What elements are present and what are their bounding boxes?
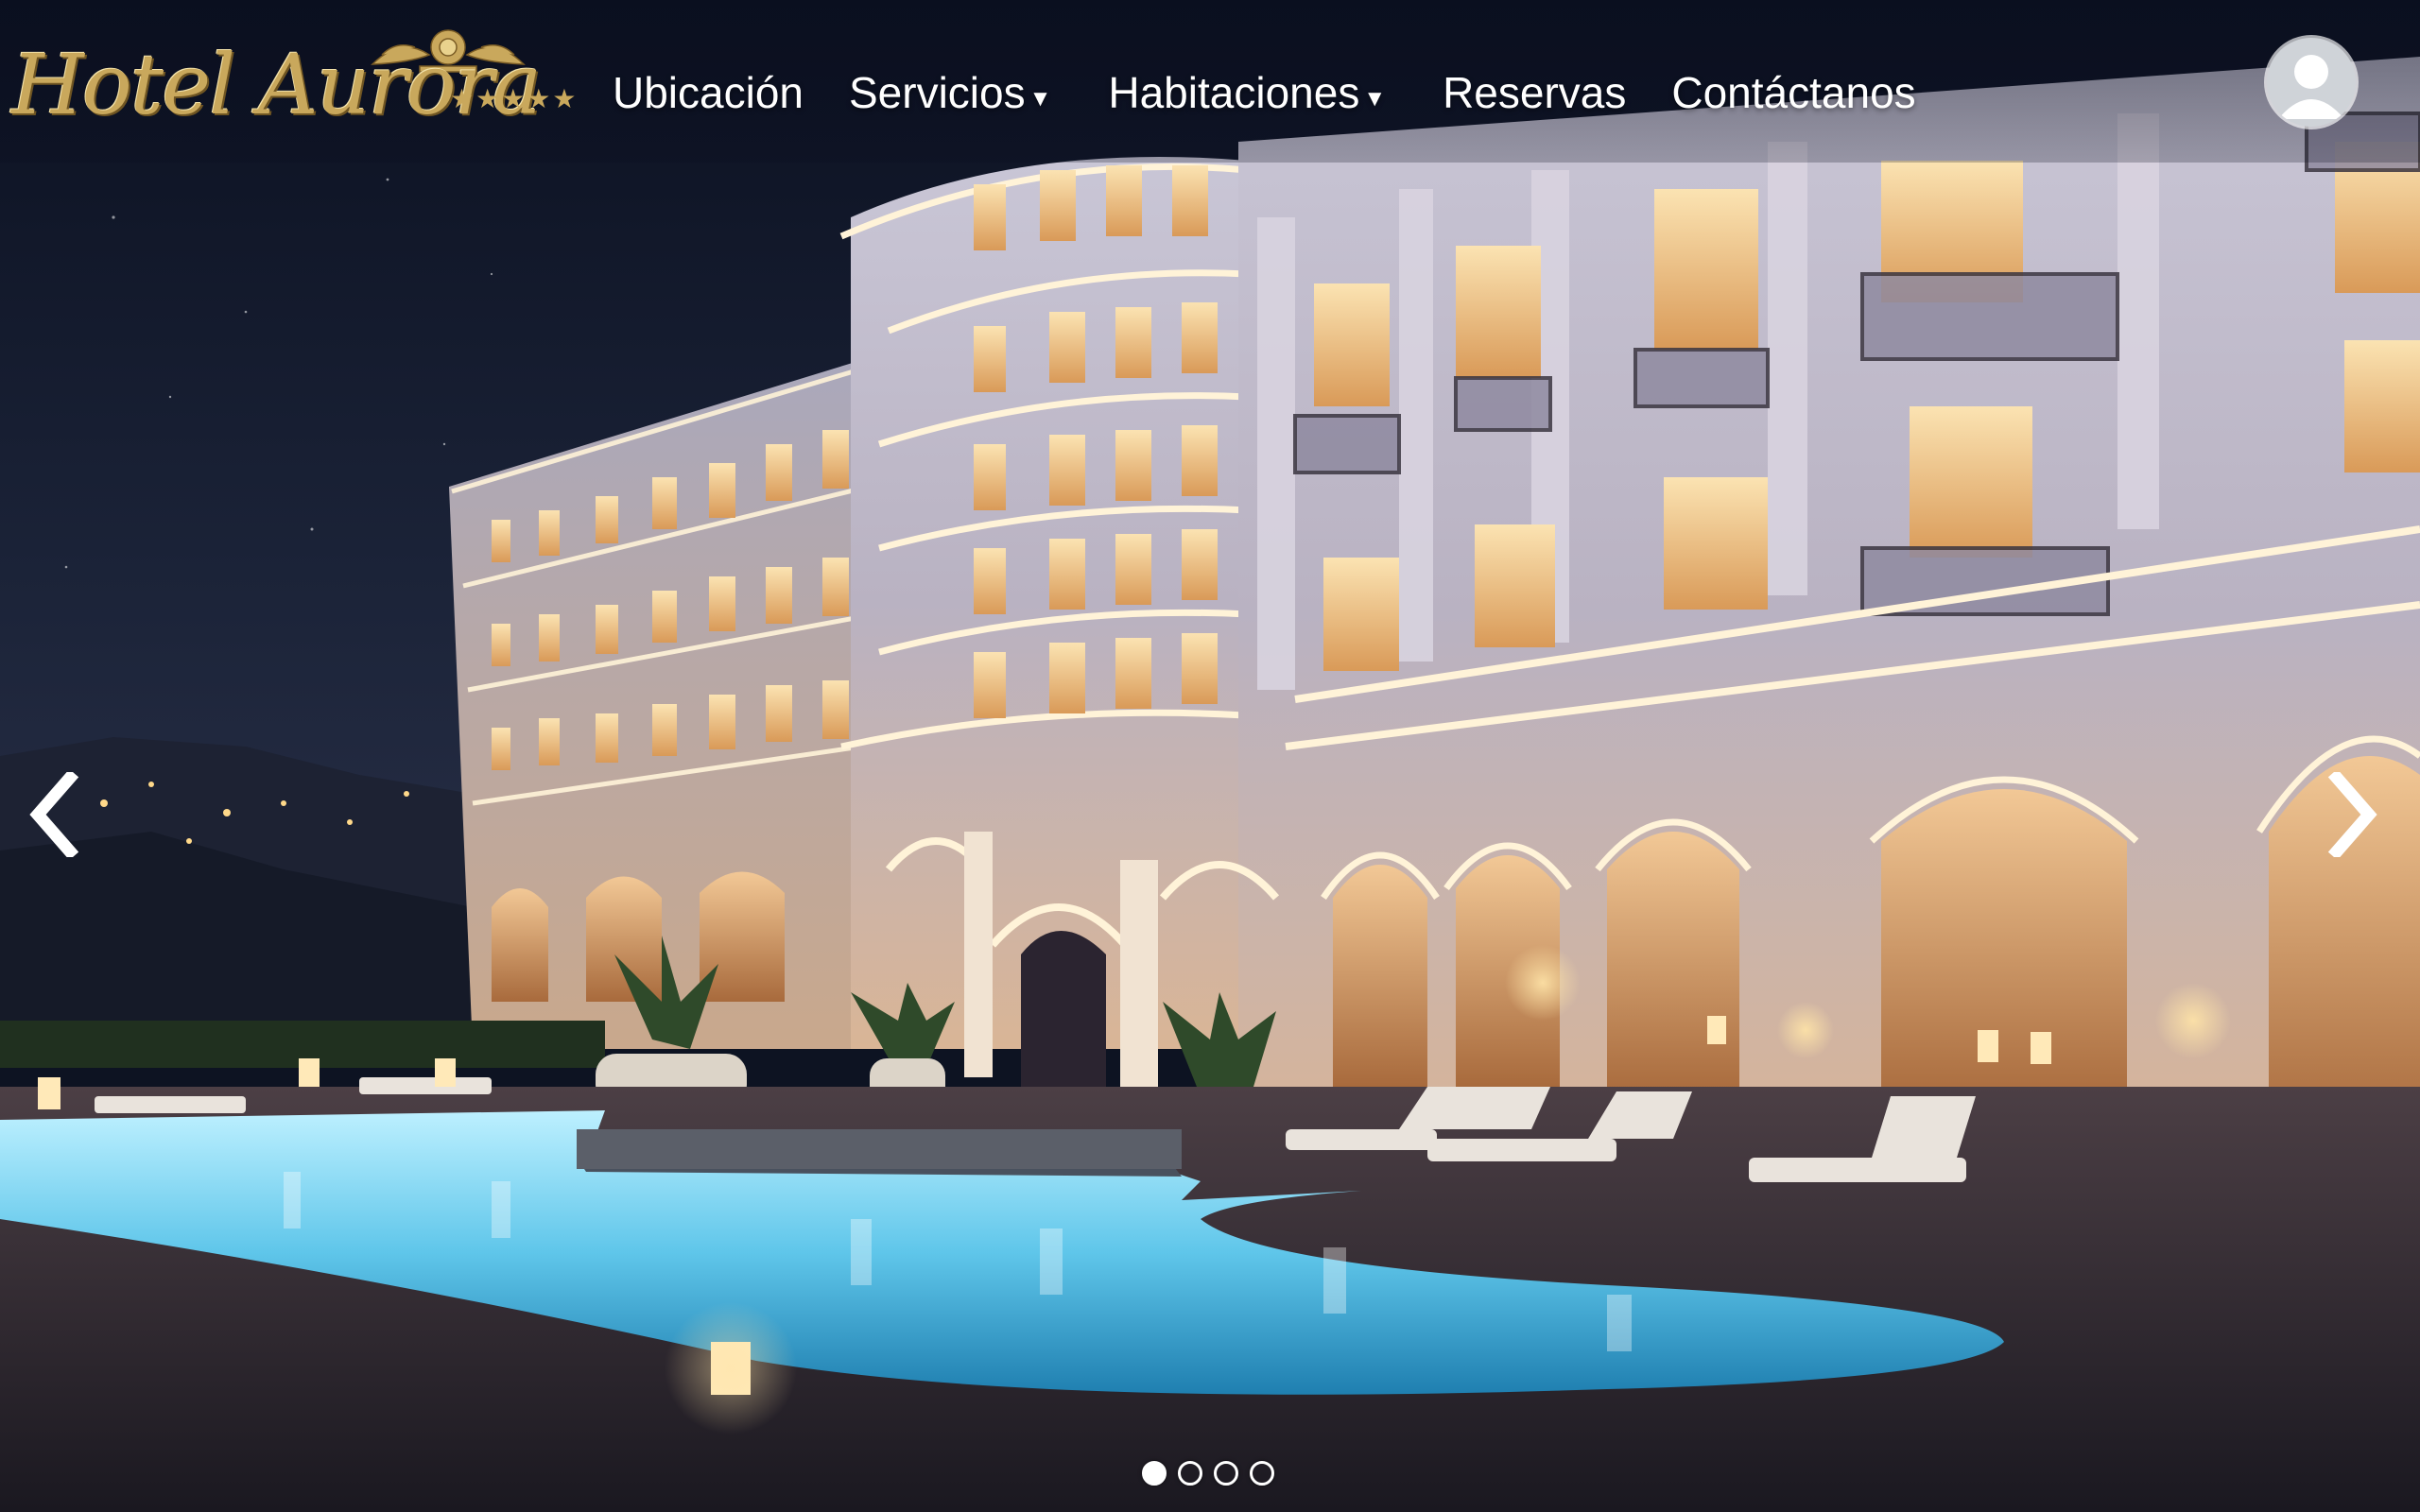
nav-servicios-dropdown[interactable]: Servicios ▼ [849, 67, 1051, 118]
user-avatar-icon [2278, 55, 2344, 119]
main-nav: Ubicación Servicios ▼ Habitaciones ▼ Res… [613, 62, 1916, 123]
top-navbar: Hotel Aurora ★★★★★ Ubicación Servicios ▼… [0, 0, 2420, 163]
caret-down-icon: ▼ [1363, 86, 1387, 112]
carousel-dot-2[interactable] [1178, 1461, 1202, 1486]
carousel-dot-3[interactable] [1214, 1461, 1238, 1486]
nav-label: Servicios [849, 68, 1026, 117]
carousel-prev-button[interactable] [13, 767, 93, 862]
nav-label: Habitaciones [1108, 68, 1360, 117]
caret-down-icon: ▼ [1028, 86, 1052, 112]
nav-habitaciones-dropdown[interactable]: Habitaciones ▼ [1108, 67, 1386, 118]
hotel-slide-image [0, 0, 2420, 1512]
nav-label: Reservas [1443, 68, 1627, 117]
hero-carousel [0, 0, 2420, 1512]
nav-ubicacion[interactable]: Ubicación [613, 67, 804, 118]
nav-label: Ubicación [613, 68, 804, 117]
hotel-logo[interactable]: Hotel Aurora ★★★★★ [11, 17, 577, 133]
rating-stars: ★★★★★ [450, 83, 579, 114]
carousel-dot-1[interactable] [1142, 1461, 1167, 1486]
user-avatar-button[interactable] [2267, 38, 2356, 127]
nav-contactanos[interactable]: Contáctanos [1671, 67, 1915, 118]
chevron-right-icon [2327, 772, 2377, 857]
nav-label: Contáctanos [1671, 68, 1916, 117]
carousel-indicators [1142, 1461, 1274, 1486]
chevron-left-icon [29, 772, 79, 857]
carousel-dot-4[interactable] [1250, 1461, 1274, 1486]
carousel-next-button[interactable] [2314, 767, 2394, 862]
nav-reservas[interactable]: Reservas [1443, 67, 1626, 118]
